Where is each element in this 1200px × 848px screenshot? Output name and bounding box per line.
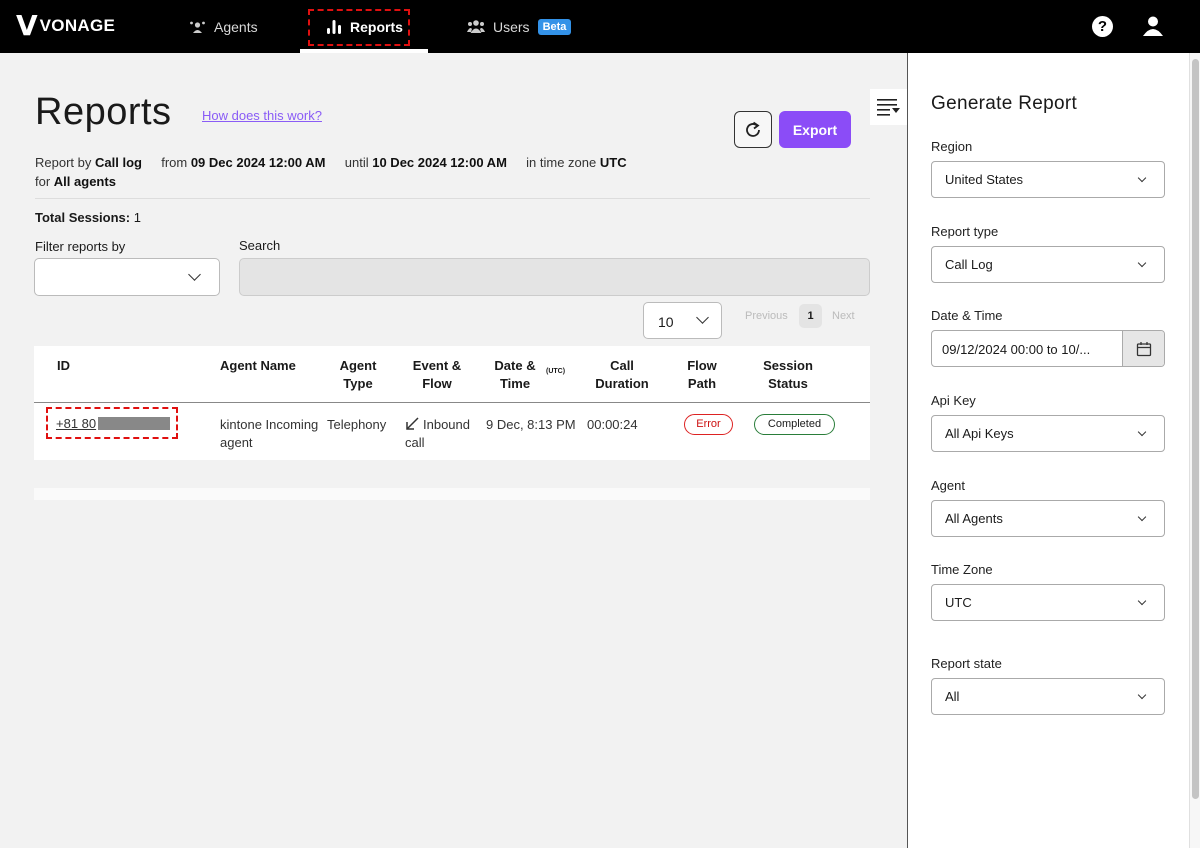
top-nav: V VONAGE Agents Reports Users Beta ? <box>0 0 1200 53</box>
chevron-down-icon <box>1137 512 1147 522</box>
total-sessions: Total Sessions: 1 <box>35 210 141 225</box>
for-label: for <box>35 174 51 189</box>
export-button[interactable]: Export <box>779 111 851 148</box>
until-label: until <box>344 155 369 170</box>
vonage-v-icon: V <box>16 9 38 42</box>
total-sessions-label: Total Sessions: <box>35 210 131 225</box>
report-summary-line: Report by Call log from 09 Dec 2024 12:0… <box>35 155 627 170</box>
page-title: Reports <box>35 91 172 133</box>
region-label: Region <box>931 139 973 154</box>
col-date-time-unit: (UTC) <box>546 368 566 375</box>
col-call-duration[interactable]: Call Duration <box>590 357 654 393</box>
from-label: from <box>161 155 188 170</box>
nav-agents[interactable]: Agents <box>189 0 258 53</box>
filter-select[interactable] <box>34 258 220 296</box>
chevron-down-icon <box>1137 173 1147 183</box>
report-type-label: Report type <box>931 224 999 239</box>
col-agent-name[interactable]: Agent Name <box>220 357 296 375</box>
main-content: Reports How does this work? Export Repor… <box>0 53 907 848</box>
timezone-label: in time zone <box>526 155 597 170</box>
how-does-this-work-link[interactable]: How does this work? <box>202 108 322 123</box>
report-agents-line: for All agents <box>35 174 116 189</box>
generate-report-panel: Generate Report Region United States Rep… <box>907 53 1189 848</box>
nav-users-label: Users <box>493 18 530 35</box>
users-icon <box>467 20 485 33</box>
col-event-flow[interactable]: Event & Flow <box>407 357 467 393</box>
page-size-value: 10 <box>658 314 674 330</box>
sessions-table: ID Agent Name Agent Type Event & Flow Date… <box>34 346 870 460</box>
chevron-down-icon <box>1137 690 1147 700</box>
calendar-button[interactable] <box>1122 331 1164 366</box>
search-input[interactable] <box>239 258 870 296</box>
pagination-previous[interactable]: Previous <box>745 310 788 322</box>
annotation-highlight-reports <box>308 9 410 46</box>
report-state-label: Report state <box>931 656 1002 671</box>
cell-agent-type: Telephony <box>327 417 387 432</box>
chevron-down-icon <box>1137 258 1147 268</box>
cell-call-duration: 00:00:24 <box>587 417 638 432</box>
annotation-highlight-id <box>46 407 178 439</box>
table-footer <box>34 488 870 500</box>
inbound-arrow-icon <box>406 417 419 430</box>
date-time-label: Date & Time <box>931 308 1003 323</box>
api-key-label: Api Key <box>931 393 976 408</box>
refresh-button[interactable] <box>734 111 772 148</box>
col-date-time[interactable]: Date & Time <box>490 357 540 393</box>
beta-badge: Beta <box>537 18 572 35</box>
timezone-value: UTC <box>599 155 627 170</box>
page-size-select[interactable]: 10 <box>643 302 722 339</box>
table-row[interactable]: +81 80 kintone Incoming agent Telephony I… <box>34 403 870 460</box>
date-range-input[interactable]: 09/12/2024 00:00 to 10/... <box>931 330 1165 367</box>
flow-path-error-badge: Error <box>684 414 733 435</box>
agents-icon <box>190 21 205 33</box>
filter-label: Filter reports by <box>35 239 126 254</box>
cell-date-time: 9 Dec, 8:13 PM <box>486 417 576 432</box>
pagination-page-1[interactable]: 1 <box>799 304 822 328</box>
pagination-next[interactable]: Next <box>832 310 855 322</box>
agent-select[interactable]: All Agents <box>931 500 1165 537</box>
chevron-down-icon <box>188 268 201 281</box>
nav-users[interactable]: Users Beta <box>467 0 572 53</box>
search-label: Search <box>239 238 281 253</box>
api-key-select[interactable]: All Api Keys <box>931 415 1165 452</box>
col-id[interactable]: ID <box>57 357 70 375</box>
filter-panel-toggle[interactable] <box>870 89 907 125</box>
user-profile-icon[interactable] <box>1142 15 1164 37</box>
agent-label: Agent <box>931 478 965 493</box>
region-select[interactable]: United States <box>931 161 1165 198</box>
calendar-icon <box>1136 341 1151 356</box>
from-value: 09 Dec 2024 12:00 AM <box>190 155 326 170</box>
for-value: All agents <box>53 174 116 189</box>
until-value: 10 Dec 2024 12:00 AM <box>372 155 507 170</box>
chevron-down-icon <box>1137 427 1147 437</box>
total-sessions-value: 1 <box>133 210 141 225</box>
vertical-scrollbar[interactable] <box>1189 53 1200 848</box>
help-icon[interactable]: ? <box>1092 16 1113 37</box>
nav-agents-label: Agents <box>214 18 258 35</box>
report-by-value: Call log <box>95 155 142 170</box>
report-state-select[interactable]: All <box>931 678 1165 715</box>
scrollbar-thumb[interactable] <box>1192 59 1199 799</box>
table-header: ID Agent Name Agent Type Event & Flow Date… <box>34 346 870 403</box>
vonage-logo[interactable]: V VONAGE <box>16 9 116 42</box>
col-agent-type[interactable]: Agent Type <box>332 357 384 393</box>
report-type-select[interactable]: Call Log <box>931 246 1165 283</box>
time-zone-select[interactable]: UTC <box>931 584 1165 621</box>
cell-agent-name: kintone Incoming agent <box>220 417 319 450</box>
divider <box>35 198 870 199</box>
brand-name: VONAGE <box>39 16 116 35</box>
col-flow-path[interactable]: Flow Path <box>682 357 722 393</box>
generate-report-title: Generate Report <box>931 93 1078 114</box>
session-status-badge: Completed <box>754 414 835 435</box>
cell-event-flow: Inbound call <box>405 417 470 450</box>
report-by-label: Report by <box>35 155 92 170</box>
chevron-down-icon <box>696 311 709 324</box>
col-session-status[interactable]: Session Status <box>757 357 819 393</box>
time-zone-label: Time Zone <box>931 562 993 577</box>
filter-list-icon <box>876 99 900 116</box>
refresh-icon <box>746 121 760 137</box>
chevron-down-icon <box>1137 596 1147 606</box>
